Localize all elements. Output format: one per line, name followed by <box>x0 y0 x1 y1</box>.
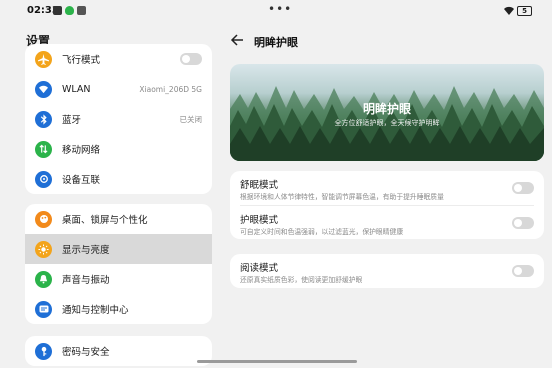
sidebar-item-label: 密码与安全 <box>62 347 110 358</box>
sidebar-item-airplane[interactable]: 飞行模式 <box>25 44 212 74</box>
sidebar-item-security[interactable]: 密码与安全 <box>25 336 212 366</box>
eye-care-mode-toggle[interactable] <box>512 217 534 229</box>
battery-icon: 5 <box>517 6 532 16</box>
reading-mode-toggle[interactable] <box>512 265 534 277</box>
sleep-mode-toggle[interactable] <box>512 182 534 194</box>
sidebar-item-label: WLAN <box>62 83 91 95</box>
security-group: 密码与安全 <box>25 336 212 366</box>
wifi-status-icon <box>504 6 514 16</box>
eye-care-page: 明眸护眼 明眸护眼 全方位舒适护眼，全天候守护明眸 舒眠模式 根据环境和人体节律… <box>222 22 552 368</box>
status-bar: 02:33 ••• 5 <box>0 0 552 22</box>
sidebar-item-display[interactable]: 显示与亮度 <box>25 234 212 264</box>
sidebar-item-sound[interactable]: 声音与振动 <box>25 264 212 294</box>
airplane-toggle[interactable] <box>180 53 202 65</box>
sleep-mode-desc: 根据环境和人体节律特性，智能调节屏幕色温，有助于提升睡眠质量 <box>240 193 444 201</box>
settings-sidebar: 设置 飞行模式 WLAN Xiaomi_206D 5G 蓝牙 已关闭 移动网络 … <box>0 22 222 368</box>
personalization-group: 桌面、锁屏与个性化 显示与亮度 声音与振动 通知与控制中心 <box>25 204 212 324</box>
sidebar-item-desktop[interactable]: 桌面、锁屏与个性化 <box>25 204 212 234</box>
banner-subtitle: 全方位舒适护眼，全天候守护明眸 <box>334 119 440 127</box>
mobile-network-icon <box>35 140 52 158</box>
eye-care-mode-title: 护眼模式 <box>240 215 279 226</box>
sidebar-item-notifications[interactable]: 通知与控制中心 <box>25 294 212 324</box>
sidebar-item-label: 声音与振动 <box>62 275 110 286</box>
back-arrow-icon[interactable] <box>230 33 244 47</box>
shield-icon <box>65 6 74 15</box>
eye-care-mode-row[interactable]: 护眼模式 可自定义时间和色温强弱，以过滤蓝光，保护眼睛健康 <box>240 205 534 239</box>
sidebar-item-device-connect[interactable]: 设备互联 <box>25 164 212 194</box>
key-icon <box>35 342 52 360</box>
message-icon <box>53 6 62 15</box>
home-indicator[interactable] <box>197 360 357 363</box>
bluetooth-icon <box>35 110 52 128</box>
notification-icon <box>35 300 52 318</box>
reading-mode-row[interactable]: 阅读模式 还原真实纸质色彩，使阅读更加舒缓护眼 <box>230 254 544 288</box>
brightness-icon <box>35 240 52 258</box>
sidebar-item-label: 移动网络 <box>62 145 101 156</box>
app-icon <box>77 6 86 15</box>
sleep-mode-row[interactable]: 舒眠模式 根据环境和人体节律特性，智能调节屏幕色温，有助于提升睡眠质量 <box>230 171 544 205</box>
multitask-dots-icon[interactable]: ••• <box>268 2 292 16</box>
reading-mode-desc: 还原真实纸质色彩，使阅读更加舒缓护眼 <box>240 276 363 284</box>
sidebar-item-wlan[interactable]: WLAN Xiaomi_206D 5G <box>25 74 212 104</box>
wifi-icon <box>35 80 52 98</box>
connectivity-group: 飞行模式 WLAN Xiaomi_206D 5G 蓝牙 已关闭 移动网络 设备互… <box>25 44 212 194</box>
reading-mode-panel: 阅读模式 还原真实纸质色彩，使阅读更加舒缓护眼 <box>230 254 544 288</box>
sleep-mode-title: 舒眠模式 <box>240 180 279 191</box>
bluetooth-status: 已关闭 <box>179 114 203 124</box>
device-connect-icon <box>35 170 52 188</box>
sidebar-item-label: 显示与亮度 <box>62 245 110 256</box>
sidebar-item-mobile-network[interactable]: 移动网络 <box>25 134 212 164</box>
sidebar-item-label: 飞行模式 <box>62 55 101 66</box>
eye-mode-panel: 舒眠模式 根据环境和人体节律特性，智能调节屏幕色温，有助于提升睡眠质量 护眼模式… <box>230 171 544 239</box>
palette-icon <box>35 210 52 228</box>
sidebar-item-label: 通知与控制中心 <box>62 305 129 316</box>
banner-title: 明眸护眼 <box>362 102 411 116</box>
sidebar-item-bluetooth[interactable]: 蓝牙 已关闭 <box>25 104 212 134</box>
wlan-network-name: Xiaomi_206D 5G <box>139 84 202 94</box>
page-title: 明眸护眼 <box>254 36 298 49</box>
sidebar-item-label: 设备互联 <box>62 175 101 186</box>
airplane-icon <box>35 50 52 68</box>
eye-care-banner: 明眸护眼 全方位舒适护眼，全天候守护明眸 <box>230 64 544 161</box>
reading-mode-title: 阅读模式 <box>240 263 279 274</box>
eye-care-mode-desc: 可自定义时间和色温强弱，以过滤蓝光，保护眼睛健康 <box>240 228 404 236</box>
sidebar-item-label: 桌面、锁屏与个性化 <box>62 215 148 226</box>
sidebar-item-label: 蓝牙 <box>62 115 82 126</box>
bell-icon <box>35 270 52 288</box>
